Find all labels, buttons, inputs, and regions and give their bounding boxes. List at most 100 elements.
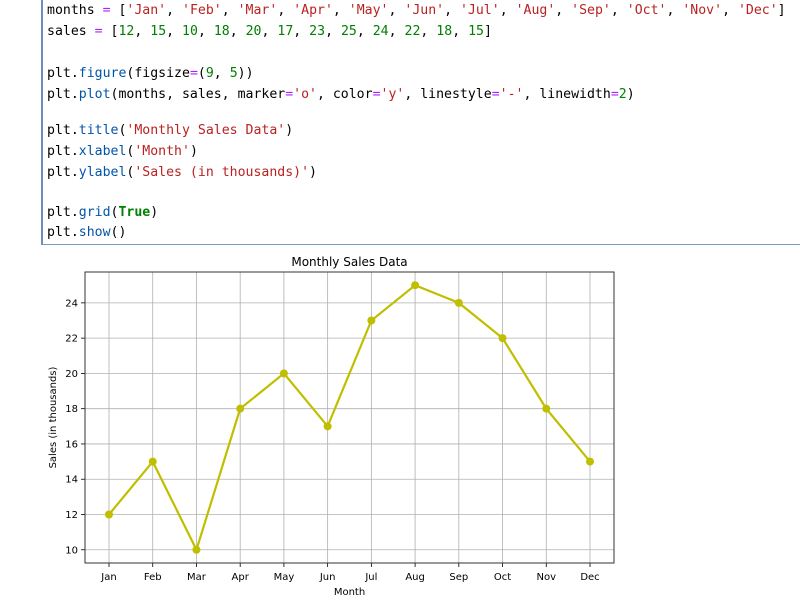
code-token: ) xyxy=(189,144,198,159)
data-point xyxy=(586,457,594,466)
code-token: ylabel xyxy=(78,165,127,180)
chart-title: Monthly Sales Data xyxy=(291,255,407,269)
code-token: 'Monthly Sales Data' xyxy=(126,123,286,138)
code-token: sales xyxy=(47,24,95,39)
code-token: , xyxy=(261,24,278,39)
code-token: (figsize xyxy=(126,66,190,81)
y-axis-label: Sales (in thousands) xyxy=(48,366,59,468)
code-token: 'Mar' xyxy=(237,3,278,18)
x-tick-label: Oct xyxy=(494,572,511,583)
code-token: 'Apr' xyxy=(293,3,333,18)
code-token: )) xyxy=(237,66,254,81)
code-line[interactable]: plt.xlabel('Month') xyxy=(47,144,198,159)
code-token: 'Sep' xyxy=(571,3,611,18)
x-tick-label: Jan xyxy=(100,572,116,583)
code-token: 'Aug' xyxy=(515,3,556,18)
y-tick-label: 24 xyxy=(65,298,78,309)
code-token: 'May' xyxy=(348,3,389,18)
code-token: , xyxy=(325,24,341,39)
code-token: 10 xyxy=(182,24,198,39)
code-token: , xyxy=(213,66,230,81)
code-token: 'y' xyxy=(380,87,405,102)
code-token: , xyxy=(420,24,437,39)
code-token: plt. xyxy=(47,66,79,81)
code-line[interactable]: months = ['Jan', 'Feb', 'Mar', 'Apr', 'M… xyxy=(47,3,786,18)
code-token: 18 xyxy=(213,24,230,39)
code-token: , xyxy=(666,3,683,18)
code-token: , xyxy=(166,24,183,39)
code-cell[interactable]: months = [ 'Jan', 'Feb', 'Mar', 'Apr', 'M… xyxy=(41,0,800,245)
code-token: = xyxy=(102,3,111,18)
code-line[interactable]: plt.title('Monthly Sales Data') xyxy=(47,123,293,138)
code-token: , xyxy=(166,3,183,18)
code-token: True xyxy=(118,205,151,220)
data-point xyxy=(279,369,288,378)
code-token: 5 xyxy=(229,66,238,81)
x-tick-label: Jun xyxy=(319,572,336,583)
code-token: , linestyle xyxy=(404,87,492,102)
code-token: 'Feb' xyxy=(182,3,222,18)
code-token: plt. xyxy=(47,123,79,138)
code-token: = xyxy=(610,87,619,102)
code-token: grid xyxy=(78,205,111,220)
x-tick-label: Sep xyxy=(449,572,468,583)
x-tick-label: Mar xyxy=(187,572,207,583)
code-token: (months, sales, marker xyxy=(110,87,286,102)
code-token: , linewidth xyxy=(523,87,611,102)
code-line[interactable]: plt.figure(figsize=(9, 5)) xyxy=(47,66,254,81)
data-point xyxy=(236,404,245,413)
y-tick-label: 14 xyxy=(65,475,78,486)
code-token: 25 xyxy=(340,24,357,39)
data-point xyxy=(323,422,332,431)
code-token: = xyxy=(285,87,294,102)
y-tick-label: 16 xyxy=(65,439,78,450)
code-token: = xyxy=(491,87,500,102)
code-token: 'Jun' xyxy=(404,3,445,18)
code-token: = xyxy=(189,66,198,81)
code-token: = xyxy=(372,87,381,102)
code-token: 'Sales (in thousands)' xyxy=(134,165,310,180)
code-token: 'Month' xyxy=(134,144,190,159)
code-token: ) xyxy=(626,87,635,102)
code-token: 'Jan' xyxy=(126,3,167,18)
code-line[interactable]: plt.grid(True) xyxy=(47,205,158,220)
code-token: plt. xyxy=(47,205,79,220)
code-token: , xyxy=(293,24,310,39)
code-token: 15 xyxy=(468,24,484,39)
x-tick-label: Dec xyxy=(580,572,599,583)
line-chart: Jan Feb Mar Apr May Jun Jul Aug Sep Oct Nov Dec 10 12… xyxy=(48,255,615,598)
code-token: , xyxy=(555,3,572,18)
code-token: 23 xyxy=(309,24,326,39)
code-token: 15 xyxy=(150,24,167,39)
code-token: , color xyxy=(316,87,373,102)
data-point xyxy=(454,298,463,307)
y-tick-label: 20 xyxy=(65,369,78,380)
code-line[interactable]: sales = [12, 15, 10, 18, 20, 17, 23, 25,… xyxy=(47,24,492,39)
x-tick-label: Aug xyxy=(405,572,425,583)
code-token: , xyxy=(499,3,516,18)
x-tick-label: Feb xyxy=(144,572,162,583)
code-token: , xyxy=(388,24,405,39)
code-token: 'Nov' xyxy=(682,3,723,18)
code-token: ( xyxy=(197,66,206,81)
code-token: , xyxy=(229,24,246,39)
data-point xyxy=(542,404,551,413)
code-token: 20 xyxy=(245,24,262,39)
code-token: ] xyxy=(777,3,786,18)
code-line[interactable]: plt.plot(months, sales, marker='o', colo… xyxy=(47,87,635,102)
code-line[interactable]: plt.ylabel('Sales (in thousands)') xyxy=(47,165,317,180)
code-token: , xyxy=(134,24,151,39)
code-token: , xyxy=(332,3,349,18)
code-token: 18 xyxy=(436,24,453,39)
code-token: 'o' xyxy=(293,87,317,102)
code-token: 12 xyxy=(118,24,135,39)
code-token: ) xyxy=(285,123,294,138)
data-point xyxy=(498,334,507,343)
code-token: 2 xyxy=(618,87,627,102)
code-token: [ xyxy=(102,24,119,39)
code-token: months xyxy=(47,3,103,18)
code-line[interactable]: plt.show() xyxy=(47,225,126,240)
x-tick-label: Nov xyxy=(537,572,557,583)
code-token: , xyxy=(277,3,294,18)
code-token: , xyxy=(722,3,738,18)
